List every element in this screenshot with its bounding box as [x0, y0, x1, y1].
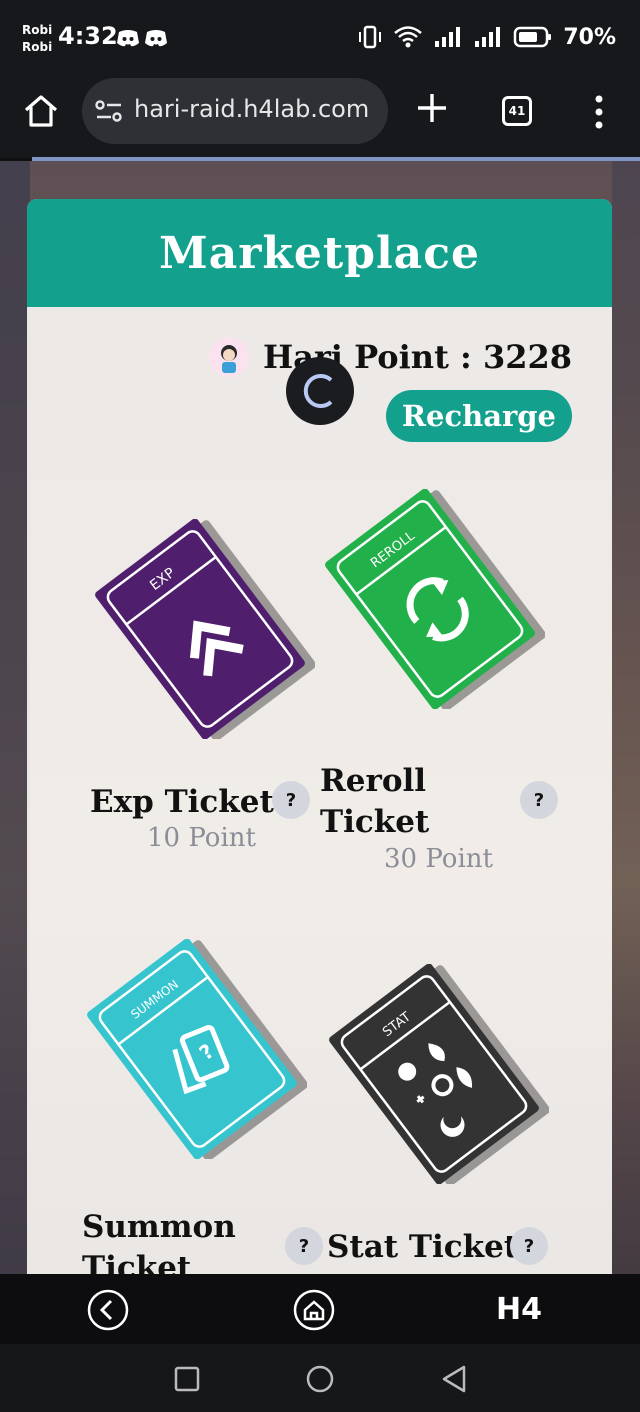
discord-icon [117, 30, 139, 47]
address-bar[interactable]: hari-raid.h4lab.com [82, 78, 388, 144]
vibrate-icon [359, 25, 382, 49]
stat-ticket-help-button[interactable]: ? [510, 1227, 548, 1265]
stat-ticket-image[interactable]: STAT [319, 964, 549, 1184]
background-scenery [612, 161, 640, 1274]
marketplace-header: Marketplace [27, 199, 612, 307]
system-home-icon[interactable] [305, 1364, 335, 1394]
carrier-names: Robi Robi [22, 22, 52, 56]
back-icon[interactable] [86, 1288, 130, 1332]
new-tab-icon[interactable] [414, 90, 450, 126]
exp-ticket-help-button[interactable]: ? [272, 781, 310, 819]
exp-ticket-price: 10 Point [147, 823, 256, 853]
signal-icon [475, 27, 501, 47]
status-bar: Robi Robi 4:32 70% [0, 0, 640, 78]
avatar [208, 337, 249, 377]
page-content: Marketplace Hari Point : 3228 Recharge E… [0, 161, 640, 1274]
reroll-ticket-name: Reroll Ticket [320, 763, 430, 840]
h4-logo[interactable]: H4 [496, 1292, 542, 1327]
home-icon[interactable] [22, 92, 60, 130]
carrier-1: Robi [22, 23, 53, 37]
reroll-ticket-price: 30 Point [384, 844, 493, 874]
home-icon[interactable] [292, 1288, 336, 1332]
summon-ticket-name: Summon Ticket [82, 1209, 236, 1274]
system-navigation-bar [0, 1344, 640, 1412]
wifi-icon [394, 26, 423, 48]
browser-toolbar: hari-raid.h4lab.com 41 [0, 78, 640, 158]
refresh-spinner-icon [303, 374, 333, 408]
carrier-2: Robi [22, 40, 53, 54]
more-menu-icon[interactable] [590, 94, 608, 130]
url-text: hari-raid.h4lab.com [134, 95, 370, 123]
status-icons: 70% [357, 24, 616, 50]
stat-ticket-name: Stat Ticket [327, 1229, 519, 1265]
summon-ticket-help-button[interactable]: ? [285, 1227, 323, 1265]
clock: 4:32 [58, 22, 118, 50]
points-display: Hari Point : 3228 [208, 337, 572, 377]
recharge-button[interactable]: Recharge [385, 390, 572, 442]
exp-ticket-name: Exp Ticket [90, 784, 274, 820]
exp-ticket-image[interactable]: EXP [85, 519, 315, 739]
discord-icon [145, 30, 167, 47]
reroll-ticket-image[interactable]: REROLL [315, 489, 545, 709]
background-scenery [0, 161, 30, 1274]
recent-apps-icon[interactable] [174, 1366, 200, 1392]
battery-level: 70% [563, 24, 616, 50]
summon-ticket-image[interactable]: SUMMON ? [77, 939, 307, 1159]
page-title: Marketplace [159, 227, 480, 279]
system-back-icon[interactable] [440, 1364, 468, 1394]
site-info-icon[interactable] [94, 98, 124, 124]
loading-spinner [286, 357, 354, 425]
tab-switcher-button[interactable]: 41 [502, 96, 532, 126]
battery-icon [514, 26, 552, 48]
reroll-ticket-help-button[interactable]: ? [520, 781, 558, 819]
app-navigation-bar: H4 [0, 1274, 640, 1344]
signal-icon [435, 27, 461, 47]
